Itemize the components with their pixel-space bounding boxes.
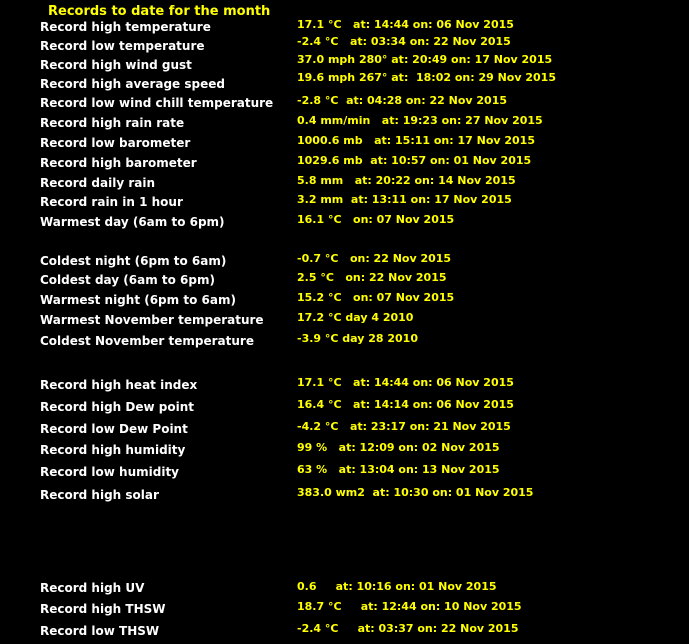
record-row-coldest-night: Coldest night (6pm to 6am) -0.7 °C on: 2… — [0, 252, 689, 270]
record-label: Record low temperature — [40, 39, 205, 53]
record-row-warmest-day: Warmest day (6am to 6pm) 16.1 °C on: 07 … — [0, 213, 689, 231]
record-label: Coldest day (6am to 6pm) — [40, 273, 215, 287]
record-label: Warmest day (6am to 6pm) — [40, 215, 225, 229]
record-label: Record low Dew Point — [40, 422, 188, 436]
record-value: 15.2 °C on: 07 Nov 2015 — [297, 291, 455, 304]
record-value: 19.6 mph 267° at: 18:02 on: 29 Nov 2015 — [297, 71, 556, 84]
record-row-low-dew-point: Record low Dew Point -4.2 °C at: 23:17 o… — [0, 420, 689, 438]
record-value: 17.2 °C day 4 2010 — [297, 311, 414, 324]
record-label: Record low barometer — [40, 136, 191, 150]
page-title: Records to date for the month — [48, 4, 271, 19]
record-label: Warmest November temperature — [40, 313, 264, 327]
record-row-low-humidity: Record low humidity 63 % at: 13:04 on: 1… — [0, 463, 689, 481]
record-label: Coldest November temperature — [40, 334, 254, 348]
record-row-high-average-speed: Record high average speed 19.6 mph 267° … — [0, 71, 689, 93]
record-row-coldest-day: Coldest day (6am to 6pm) 2.5 °C on: 22 N… — [0, 271, 689, 289]
record-row-high-solar: Record high solar 383.0 wm2 at: 10:30 on… — [0, 486, 689, 504]
record-value: 383.0 wm2 at: 10:30 on: 01 Nov 2015 — [297, 486, 534, 499]
record-row-high-temperature: Record high temperature 17.1 °C at: 14:4… — [0, 18, 689, 36]
record-value: 1029.6 mb at: 10:57 on: 01 Nov 2015 — [297, 154, 532, 167]
record-row-high-uv: Record high UV 0.6 at: 10:16 on: 01 Nov … — [0, 579, 689, 597]
record-label: Record high solar — [40, 488, 159, 502]
record-value: -2.8 °C at: 04:28 on: 22 Nov 2015 — [297, 94, 507, 107]
record-row-warmest-month-temperature: Warmest November temperature 17.2 °C day… — [0, 311, 689, 329]
record-row-high-heat-index: Record high heat index 17.1 °C at: 14:44… — [0, 376, 689, 394]
record-label: Record rain in 1 hour — [40, 195, 183, 209]
record-label: Record low humidity — [40, 465, 180, 479]
record-value: -2.4 °C at: 03:34 on: 22 Nov 2015 — [297, 35, 511, 48]
record-label: Coldest night (6pm to 6am) — [40, 254, 227, 268]
record-label: Record high humidity — [40, 443, 186, 457]
record-value: 17.1 °C at: 14:44 on: 06 Nov 2015 — [297, 18, 514, 31]
record-label: Record low wind chill temperature — [40, 96, 274, 110]
record-value: 16.1 °C on: 07 Nov 2015 — [297, 213, 455, 226]
record-row-warmest-night: Warmest night (6pm to 6am) 15.2 °C on: 0… — [0, 291, 689, 309]
record-value: -3.9 °C day 28 2010 — [297, 332, 418, 345]
record-row-high-barometer: Record high barometer 1029.6 mb at: 10:5… — [0, 154, 689, 172]
record-row-daily-rain: Record daily rain 5.8 mm at: 20:22 on: 1… — [0, 174, 689, 192]
record-value: 5.8 mm at: 20:22 on: 14 Nov 2015 — [297, 174, 516, 187]
record-label: Record low THSW — [40, 624, 160, 638]
record-row-low-barometer: Record low barometer 1000.6 mb at: 15:11… — [0, 134, 689, 152]
record-label: Warmest night (6pm to 6am) — [40, 293, 236, 307]
record-label: Record high barometer — [40, 156, 197, 170]
record-value: 17.1 °C at: 14:44 on: 06 Nov 2015 — [297, 376, 514, 389]
record-row-high-thsw: Record high THSW 18.7 °C at: 12:44 on: 1… — [0, 600, 689, 618]
record-value: 0.6 at: 10:16 on: 01 Nov 2015 — [297, 580, 497, 593]
record-label: Record high temperature — [40, 20, 211, 34]
record-label: Record high rain rate — [40, 116, 185, 130]
record-value: -2.4 °C at: 03:37 on: 22 Nov 2015 — [297, 622, 519, 635]
record-value: 2.5 °C on: 22 Nov 2015 — [297, 271, 447, 284]
record-row-rain-1-hour: Record rain in 1 hour 3.2 mm at: 13:11 o… — [0, 193, 689, 211]
record-label: Record high average speed — [40, 77, 225, 91]
record-row-low-thsw: Record low THSW -2.4 °C at: 03:37 on: 22… — [0, 622, 689, 640]
record-label: Record high THSW — [40, 602, 166, 616]
record-row-coldest-month-temperature: Coldest November temperature -3.9 °C day… — [0, 332, 689, 350]
record-row-high-rain-rate: Record high rain rate 0.4 mm/min at: 19:… — [0, 114, 689, 132]
record-value: 37.0 mph 280° at: 20:49 on: 17 Nov 2015 — [297, 53, 553, 66]
record-label: Record high UV — [40, 581, 145, 595]
record-row-low-wind-chill: Record low wind chill temperature -2.8 °… — [0, 94, 689, 112]
record-value: 0.4 mm/min at: 19:23 on: 27 Nov 2015 — [297, 114, 543, 127]
record-value: 3.2 mm at: 13:11 on: 17 Nov 2015 — [297, 193, 512, 206]
record-row-high-dew-point: Record high Dew point 16.4 °C at: 14:14 … — [0, 398, 689, 416]
record-label: Record daily rain — [40, 176, 156, 190]
record-value: -0.7 °C on: 22 Nov 2015 — [297, 252, 452, 265]
record-value: -4.2 °C at: 23:17 on: 21 Nov 2015 — [297, 420, 511, 433]
record-label: Record high wind gust — [40, 58, 192, 72]
record-value: 63 % at: 13:04 on: 13 Nov 2015 — [297, 463, 500, 476]
record-label: Record high Dew point — [40, 400, 194, 414]
record-label: Record high heat index — [40, 378, 198, 392]
record-value: 18.7 °C at: 12:44 on: 10 Nov 2015 — [297, 600, 522, 613]
record-value: 16.4 °C at: 14:14 on: 06 Nov 2015 — [297, 398, 514, 411]
record-value: 99 % at: 12:09 on: 02 Nov 2015 — [297, 441, 500, 454]
record-row-high-humidity: Record high humidity 99 % at: 12:09 on: … — [0, 441, 689, 459]
record-value: 1000.6 mb at: 15:11 on: 17 Nov 2015 — [297, 134, 535, 147]
